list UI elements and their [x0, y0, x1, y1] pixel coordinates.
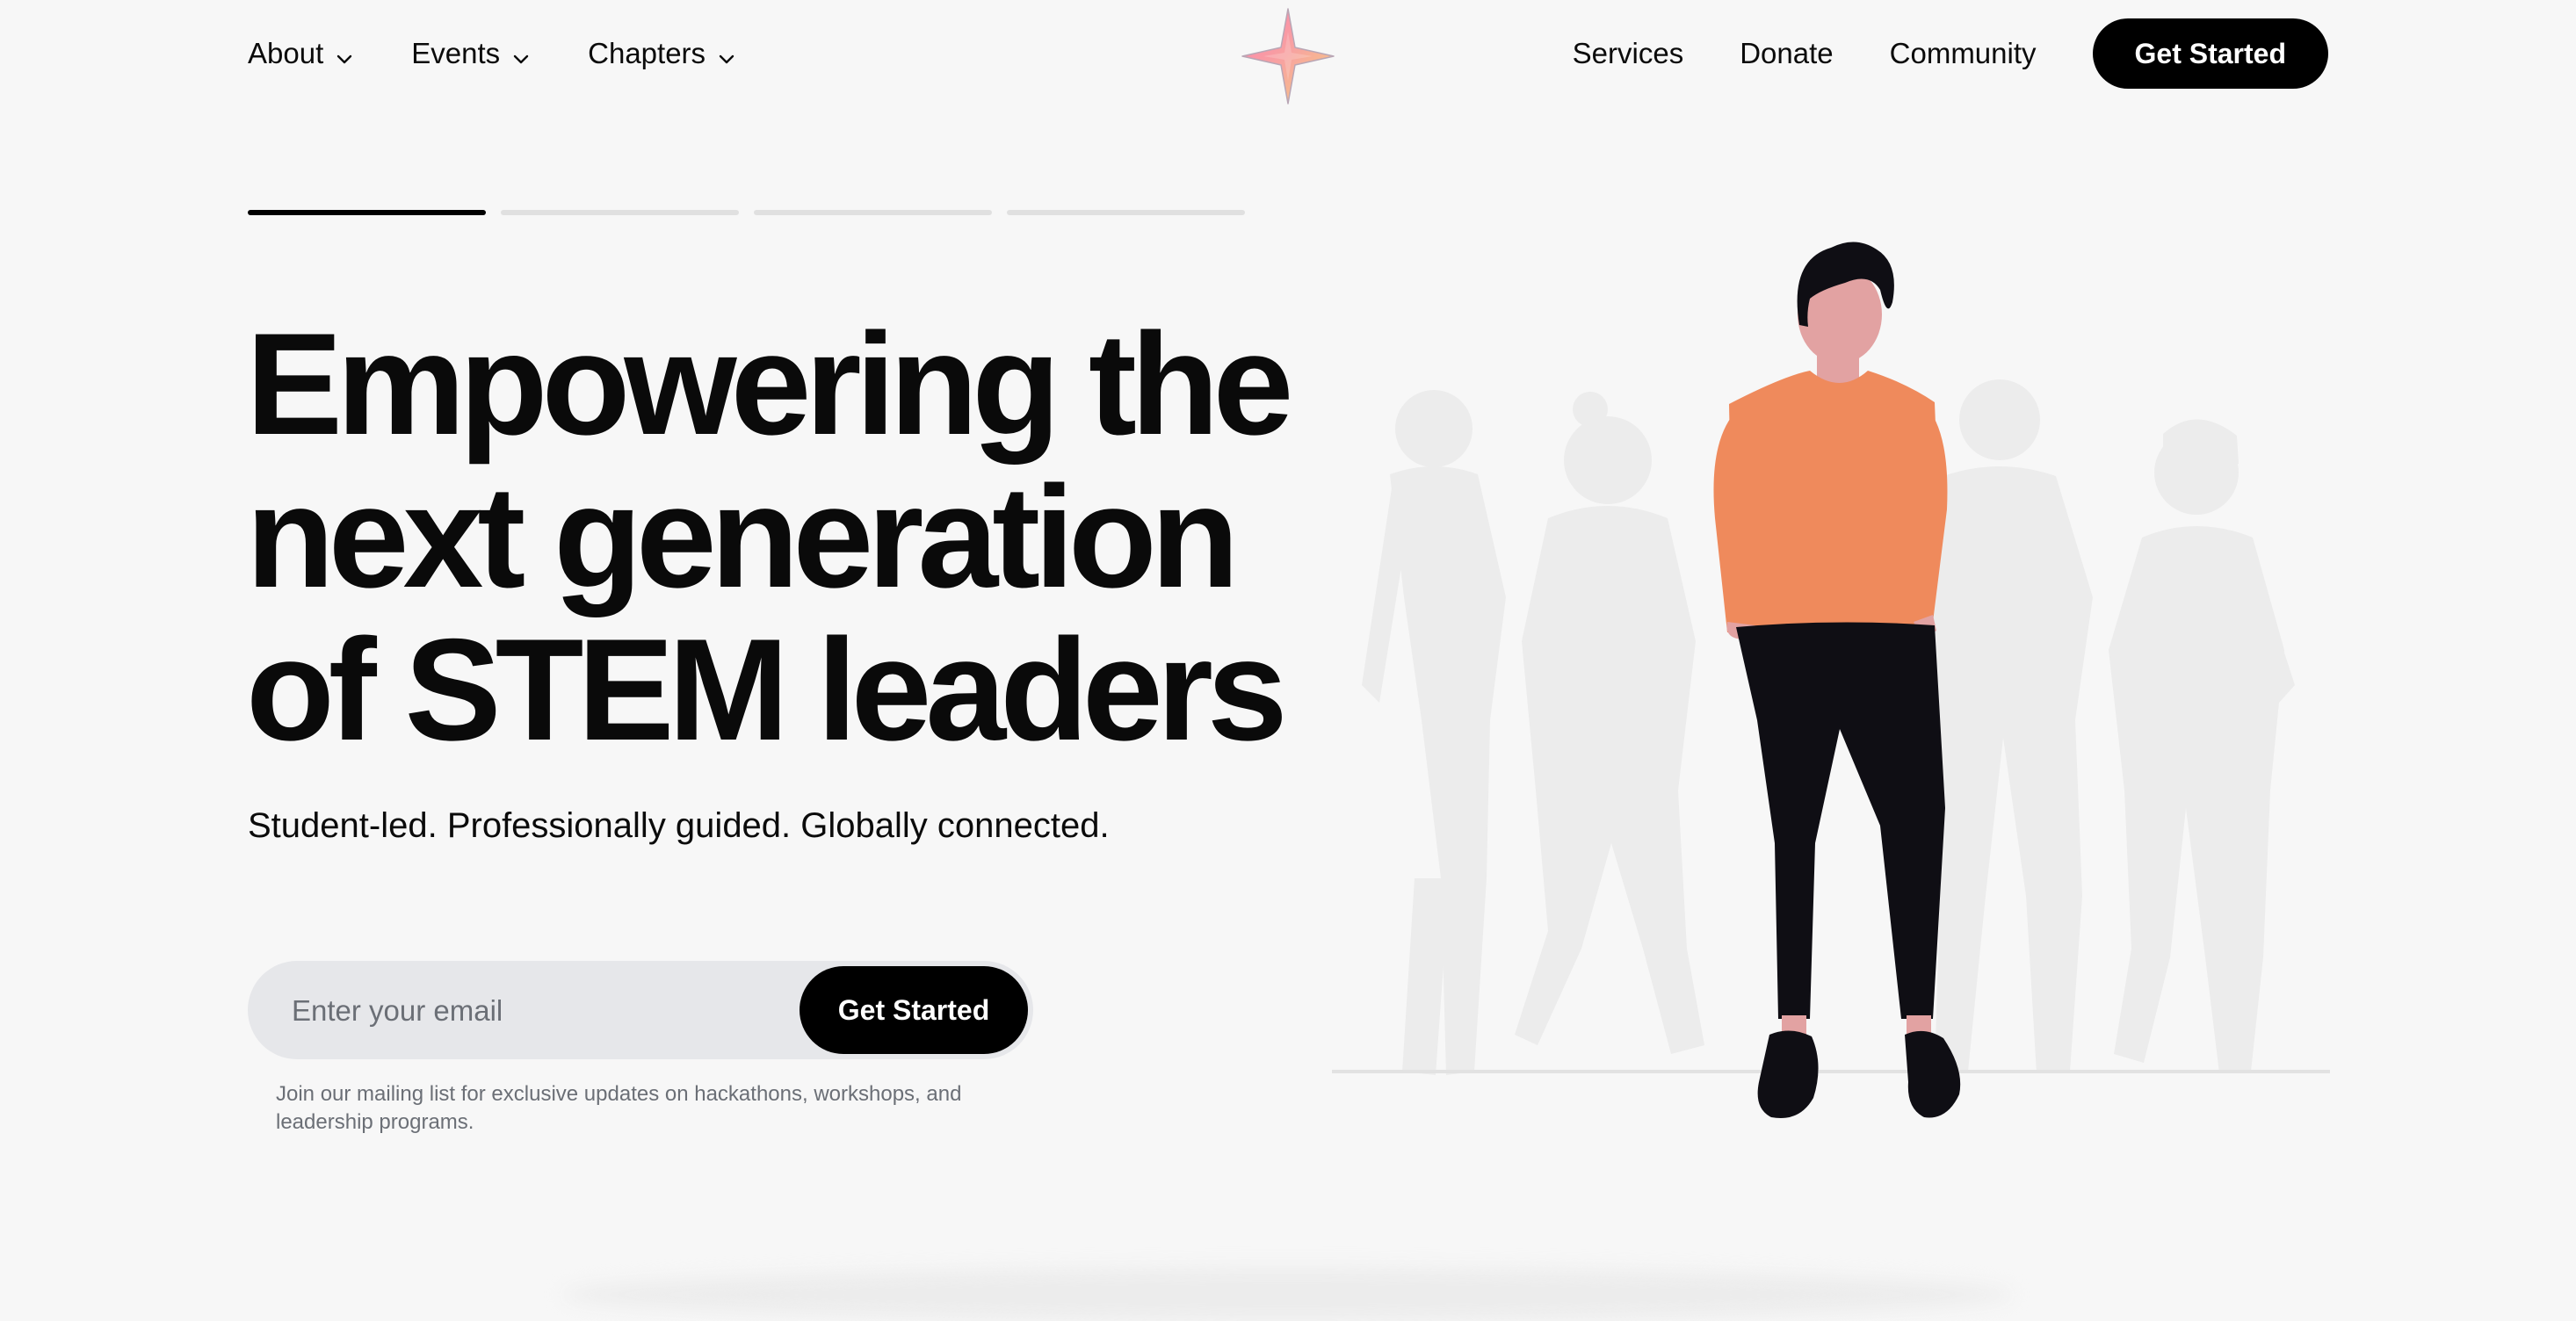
carousel-progress-bar[interactable] [1007, 210, 1245, 215]
email-signup-form: Get Started [248, 961, 1033, 1061]
hero-headline: Empowering the next generation of STEM l… [246, 307, 1344, 766]
nav-link-services[interactable]: Services [1573, 37, 1684, 70]
chevron-down-icon [510, 43, 532, 64]
nav-link-donate[interactable]: Donate [1740, 37, 1833, 70]
carousel-progress-indicator [248, 210, 1260, 215]
email-input[interactable] [290, 961, 785, 1061]
nav-dropdown-about[interactable]: About [248, 37, 355, 70]
nav-link-community[interactable]: Community [1890, 37, 2037, 70]
get-started-nav-button[interactable]: Get Started [2092, 18, 2328, 89]
nav-left-group: About Events Chapters [248, 0, 793, 107]
nav-dropdown-events[interactable]: Events [411, 37, 532, 70]
carousel-progress-bar-active[interactable] [248, 210, 486, 215]
standing-person-figure [1713, 242, 1961, 1119]
nav-dropdown-label: Chapters [588, 37, 706, 69]
hero-headline-line: Empowering the [246, 303, 1293, 465]
nav-dropdown-label: Events [411, 37, 501, 69]
hero-headline-line: of STEM leaders [246, 609, 1288, 770]
section-bottom-shadow [562, 1268, 2012, 1321]
carousel-progress-bar[interactable] [754, 210, 992, 215]
four-point-star-logo-icon[interactable] [1237, 5, 1339, 107]
carousel-progress-bar[interactable] [501, 210, 739, 215]
hero-headline-line: next generation [246, 456, 1240, 617]
hero-illustration [1318, 228, 2337, 1142]
nav-dropdown-label: About [248, 37, 324, 69]
chevron-down-icon [334, 43, 355, 64]
email-get-started-button[interactable]: Get Started [800, 966, 1028, 1054]
hero-subheadline: Student-led. Professionally guided. Glob… [248, 806, 1110, 845]
top-navigation: About Events Chapters Services Donate Co… [0, 0, 2576, 107]
nav-right-group: Services Donate Community Get Started [1516, 0, 2328, 107]
mailing-list-note: Join our mailing list for exclusive upda… [276, 1082, 962, 1134]
chevron-down-icon [716, 43, 737, 64]
nav-dropdown-chapters[interactable]: Chapters [588, 37, 737, 70]
